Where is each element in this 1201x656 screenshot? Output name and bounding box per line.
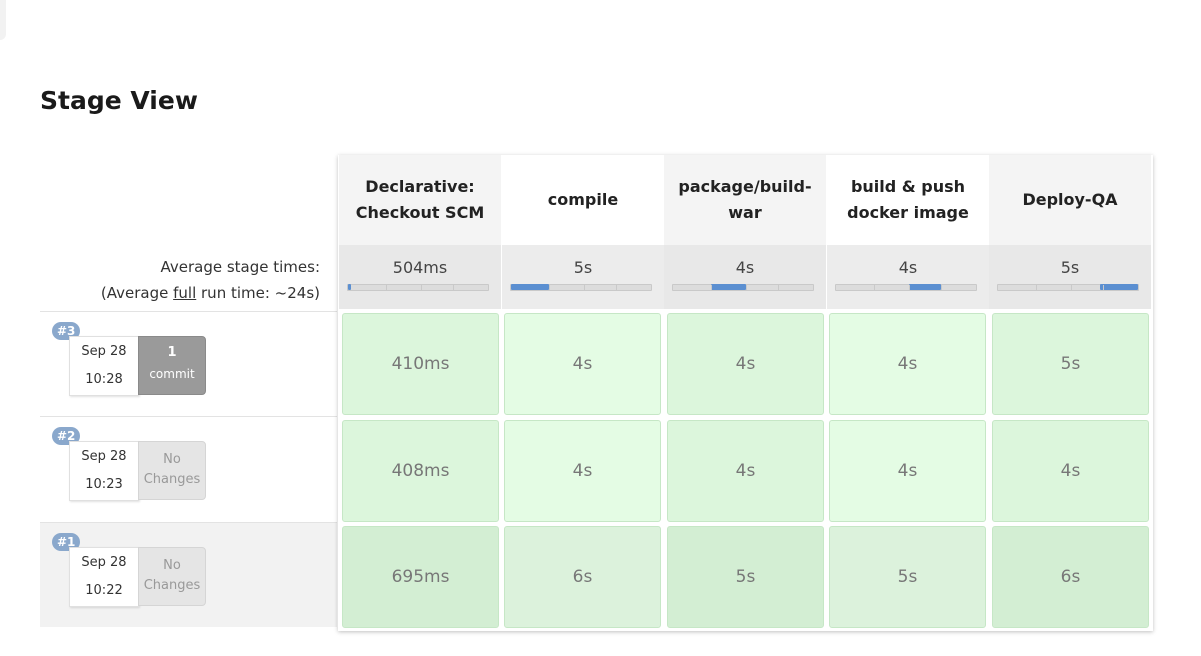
stage-result-cell[interactable]: 695ms: [342, 526, 499, 628]
build-date: Sep 28: [81, 344, 127, 359]
stage-result-cell[interactable]: 6s: [992, 526, 1149, 628]
full-run-time-link[interactable]: full: [173, 284, 196, 302]
stage-average-value: 4s: [735, 258, 755, 277]
avg-bar-divider: [746, 285, 747, 290]
stage-average-cell: 4s: [664, 245, 826, 309]
stage-average-bar-fill: [1100, 284, 1138, 290]
stage-average-value: 5s: [1060, 258, 1080, 277]
stage-average-bar-fill: [511, 284, 549, 290]
window-corner: [0, 0, 6, 40]
build-date: Sep 28: [81, 555, 127, 570]
average-prefix: (Average: [100, 284, 174, 302]
stage-average-bar: [347, 284, 489, 291]
stage-result-cell[interactable]: 4s: [992, 420, 1149, 522]
stage-result-cell[interactable]: 4s: [504, 420, 661, 522]
changes-label: Changes: [143, 578, 201, 593]
stage-average-value: 504ms: [392, 258, 448, 277]
avg-bar-divider: [874, 285, 875, 290]
stage-average-cell: 504ms: [339, 245, 501, 309]
avg-bar-divider: [386, 285, 387, 290]
stage-result-cell[interactable]: 4s: [829, 313, 986, 415]
stage-average-cell: 5s: [989, 245, 1151, 309]
build-date-card: Sep 28 10:28: [69, 336, 139, 396]
changes-label: commit: [149, 367, 195, 381]
avg-bar-divider: [711, 285, 712, 290]
stage-average-bar: [835, 284, 977, 291]
stage-average-value: 5s: [573, 258, 593, 277]
build-date-card: Sep 28 10:23: [69, 441, 139, 501]
stage-header-build-push-docker: build & push docker image: [847, 177, 969, 222]
build-time: 10:22: [85, 583, 123, 598]
stage-average-cell: 5s: [502, 245, 664, 309]
page-title: Stage View: [40, 86, 198, 115]
changes-label: Changes: [143, 472, 201, 487]
stage-result-cell[interactable]: 5s: [992, 313, 1149, 415]
stage-result-cell[interactable]: 4s: [829, 420, 986, 522]
average-stage-times-label: Average stage times:: [160, 258, 320, 276]
stage-average-cell: 4s: [827, 245, 989, 309]
no-changes-box: No Changes: [138, 441, 206, 500]
stage-average-bar-fill: [909, 284, 941, 290]
avg-bar-divider: [909, 285, 910, 290]
stage-result-cell[interactable]: 5s: [667, 526, 824, 628]
stage-average-bar: [672, 284, 814, 291]
stage-result-cell[interactable]: 5s: [829, 526, 986, 628]
changes-count: No: [163, 558, 181, 573]
avg-bar-divider: [1071, 285, 1072, 290]
average-suffix: run time: ~24s): [196, 284, 320, 302]
build-time: 10:23: [85, 477, 123, 492]
build-date-card: Sep 28 10:22: [69, 547, 139, 607]
avg-bar-divider: [453, 285, 454, 290]
avg-bar-divider: [1036, 285, 1037, 290]
stage-result-cell[interactable]: 6s: [504, 526, 661, 628]
stage-result-cell[interactable]: 408ms: [342, 420, 499, 522]
no-changes-box: No Changes: [138, 547, 206, 606]
changes-count: No: [163, 452, 181, 467]
stage-result-cell[interactable]: 4s: [667, 313, 824, 415]
stage-header-checkout-scm: Declarative: Checkout SCM: [339, 155, 501, 245]
stage-header-package-build-war: package/build-war: [664, 155, 826, 245]
stage-average-bar-fill: [348, 284, 351, 290]
average-run-time-label: (Average full run time: ~24s): [40, 284, 320, 302]
stage-result-cell[interactable]: 4s: [504, 313, 661, 415]
avg-bar-divider: [616, 285, 617, 290]
avg-bar-divider: [421, 285, 422, 290]
build-row-1: #1 Sep 28 10:22 No Changes: [40, 522, 337, 627]
changes-count: 1: [167, 345, 177, 360]
stage-grid: Declarative: Checkout SCM compile packag…: [338, 155, 1153, 631]
changes-button[interactable]: 1 commit: [138, 336, 206, 395]
stage-result-cell[interactable]: 410ms: [342, 313, 499, 415]
avg-bar-divider: [549, 285, 550, 290]
avg-bar-divider: [778, 285, 779, 290]
build-date: Sep 28: [81, 449, 127, 464]
stage-result-cell[interactable]: 4s: [667, 420, 824, 522]
build-row-3: #3 Sep 28 10:28 1 commit: [40, 311, 337, 415]
stage-average-bar: [510, 284, 652, 291]
stage-average-value: 4s: [898, 258, 918, 277]
build-row-2: #2 Sep 28 10:23 No Changes: [40, 416, 337, 520]
stage-header-deploy-qa: Deploy-QA: [989, 155, 1151, 245]
avg-bar-divider: [584, 285, 585, 290]
stage-average-bar-fill: [711, 284, 746, 290]
stage-average-bar: [997, 284, 1139, 291]
avg-bar-divider: [941, 285, 942, 290]
build-time: 10:28: [85, 372, 123, 387]
stage-header-compile: compile: [547, 190, 619, 209]
avg-bar-divider: [1103, 285, 1104, 290]
